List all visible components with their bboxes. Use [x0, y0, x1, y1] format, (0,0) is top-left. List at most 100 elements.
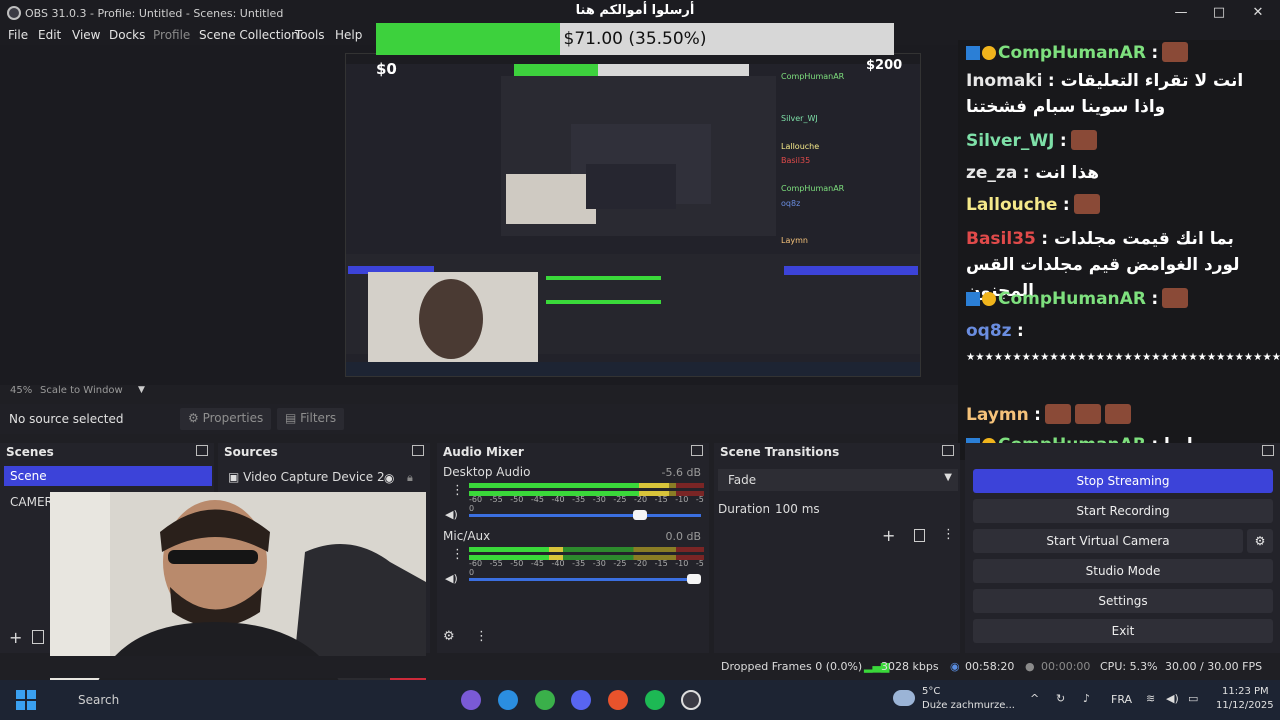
lock-icon[interactable]: 🔒︎: [407, 471, 413, 485]
chat-username[interactable]: Laymn: [966, 405, 1029, 425]
volume-slider[interactable]: [469, 510, 701, 520]
minimize-button[interactable]: —: [1170, 4, 1192, 22]
float-dock-icon[interactable]: [1262, 445, 1274, 456]
volume-slider[interactable]: [469, 574, 701, 584]
stream-icon: ◉: [950, 660, 960, 673]
volume-meter: [469, 483, 704, 488]
add-scene-icon[interactable]: +: [9, 628, 22, 647]
menu-help[interactable]: Help: [335, 28, 362, 42]
weather-temp[interactable]: 5°C: [922, 686, 940, 697]
speaker-icon[interactable]: ◀): [445, 572, 458, 585]
studio-mode-button[interactable]: Studio Mode: [973, 559, 1273, 583]
settings-button[interactable]: Settings: [973, 589, 1273, 613]
filters-button[interactable]: ▤ Filters: [277, 408, 345, 430]
sync-icon[interactable]: ↻: [1056, 692, 1065, 705]
discord-icon[interactable]: [571, 690, 591, 710]
battery-icon[interactable]: ▭: [1188, 692, 1198, 705]
float-dock-icon[interactable]: [196, 445, 208, 456]
app-icon[interactable]: [461, 690, 481, 710]
chat-message: Laymn :: [966, 402, 1266, 428]
scale-tick: -5: [695, 495, 704, 504]
scene-label: Scene: [10, 469, 47, 483]
chat-username[interactable]: oq8z: [966, 321, 1012, 341]
chat-text: :: [1059, 131, 1067, 151]
gear-icon[interactable]: ⚙: [443, 629, 455, 644]
taskbar-search[interactable]: Search: [78, 693, 119, 707]
float-dock-icon[interactable]: [412, 445, 424, 456]
trash-icon[interactable]: [32, 630, 44, 644]
chat-message: ze_za : هذا انت: [966, 160, 1266, 186]
menu-file[interactable]: File: [8, 28, 28, 42]
chat-username[interactable]: CompHumanAR: [998, 289, 1146, 309]
chat-message: CompHumanAR :: [966, 286, 1266, 312]
channel-menu-icon[interactable]: ⋮: [451, 483, 464, 498]
scale-tick: -35: [572, 559, 586, 568]
clock-date[interactable]: 11/12/2025: [1216, 700, 1274, 711]
menu-view[interactable]: View: [72, 28, 100, 42]
meter-fill: [469, 547, 563, 552]
emote-icon: [1104, 404, 1131, 424]
menu-scene-collection[interactable]: Scene Collection: [199, 28, 299, 42]
virtual-camera-settings-icon[interactable]: ⚙: [1247, 529, 1273, 553]
speaker-icon[interactable]: ◀): [445, 508, 458, 521]
chat-username[interactable]: CompHumanAR: [998, 43, 1146, 63]
add-transition-icon[interactable]: +: [882, 526, 895, 545]
maximize-button[interactable]: □: [1208, 4, 1230, 22]
slider-knob[interactable]: [632, 510, 647, 520]
chat-username[interactable]: ze_za: [966, 163, 1017, 183]
scene-item-scene[interactable]: Scene: [4, 466, 212, 486]
edge-icon[interactable]: [498, 690, 518, 710]
properties-button[interactable]: ⚙ Properties: [180, 408, 272, 430]
obs-taskbar-icon[interactable]: [681, 690, 701, 710]
float-dock-icon[interactable]: [691, 445, 703, 456]
chat-username[interactable]: Inomaki: [966, 71, 1042, 91]
scenes-header: Scenes: [0, 443, 214, 461]
tray-chevron-icon[interactable]: ^: [1030, 692, 1039, 705]
app-icon[interactable]: [535, 690, 555, 710]
broadcaster-badge-icon: [966, 46, 980, 60]
eye-icon[interactable]: ◉: [384, 471, 394, 485]
channel-menu-icon[interactable]: ⋮: [451, 547, 464, 562]
chevron-down-icon[interactable]: ▼: [138, 385, 145, 395]
chat-username[interactable]: Basil35: [966, 229, 1036, 249]
menu-docks[interactable]: Docks: [109, 28, 145, 42]
menu-edit[interactable]: Edit: [38, 28, 61, 42]
emote-icon: [1162, 288, 1189, 308]
source-item[interactable]: ▣ Video Capture Device 2: [228, 470, 385, 484]
scale-tick: -30: [592, 559, 606, 568]
menu-profile[interactable]: Profile: [153, 28, 190, 42]
brave-icon[interactable]: [608, 690, 628, 710]
chat-username[interactable]: Lallouche: [966, 195, 1057, 215]
wifi-icon[interactable]: ≋: [1146, 692, 1155, 705]
close-button[interactable]: ✕: [1247, 4, 1269, 22]
windows-start-icon[interactable]: [16, 690, 36, 710]
goal-progress-bar: $71.00 (35.50%): [376, 23, 894, 55]
float-dock-icon[interactable]: [942, 445, 954, 456]
language-indicator[interactable]: FRA: [1111, 693, 1132, 706]
weather-desc[interactable]: Duże zachmurze...: [922, 700, 1015, 711]
duration-spinbox[interactable]: 100 ms: [769, 498, 957, 520]
transition-menu-icon[interactable]: ⋮: [942, 527, 955, 542]
obs-logo-icon: [7, 6, 21, 20]
microphone-icon[interactable]: ♪: [1083, 692, 1090, 705]
trash-icon[interactable]: [914, 529, 925, 542]
volume-icon[interactable]: ◀): [1166, 692, 1179, 705]
clock-time[interactable]: 11:23 PM: [1222, 686, 1269, 697]
subscriber-badge-icon: [982, 46, 996, 60]
transition-select[interactable]: Fade ▼: [718, 469, 958, 491]
start-recording-button[interactable]: Start Recording: [973, 499, 1273, 523]
start-virtual-camera-button[interactable]: Start Virtual Camera: [973, 529, 1243, 553]
slider-knob[interactable]: [687, 574, 701, 584]
scale-tick: -15: [654, 495, 668, 504]
chat-dock[interactable]: CompHumanAR : Inomaki : انت لا تقراء التع…: [958, 40, 1280, 460]
zoom-mode-select[interactable]: Scale to Window: [40, 385, 123, 396]
stop-streaming-button[interactable]: Stop Streaming: [973, 469, 1273, 493]
spotify-icon[interactable]: [645, 690, 665, 710]
mixer-menu-icon[interactable]: ⋮: [475, 629, 488, 644]
menu-tools[interactable]: Tools: [295, 28, 325, 42]
chat-username[interactable]: Silver_WJ: [966, 131, 1054, 151]
scale-tick: -50: [510, 495, 524, 504]
exit-button[interactable]: Exit: [973, 619, 1273, 643]
meter-fill: [469, 483, 669, 488]
mixer-header: Audio Mixer: [437, 443, 709, 461]
